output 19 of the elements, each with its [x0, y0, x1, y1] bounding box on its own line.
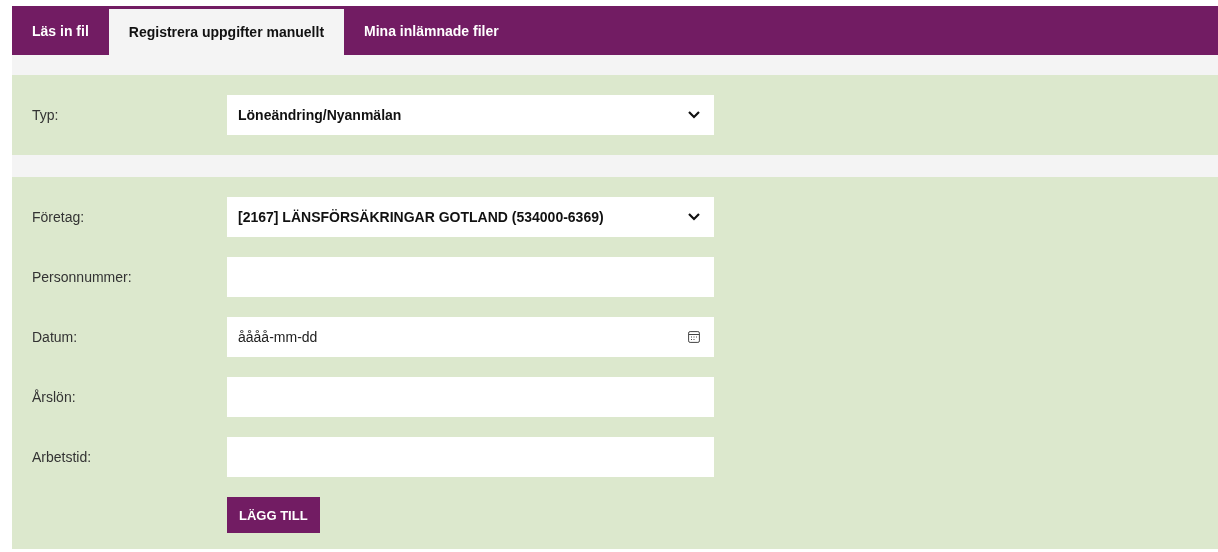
field-label: Arbetstid:	[31, 449, 93, 465]
field-label: Personnummer:	[31, 269, 133, 285]
tab[interactable]: Registrera uppgifter manuellt	[108, 9, 345, 55]
tab[interactable]: Läs in fil	[12, 6, 109, 55]
field-label: Typ:	[31, 107, 60, 123]
field-label: Företag:	[31, 209, 86, 225]
tab[interactable]: Mina inlämnade filer	[344, 6, 519, 55]
date-field[interactable]: åååå-mm-dd	[227, 317, 714, 357]
field-label: Årslön:	[31, 389, 77, 405]
input-field[interactable]	[227, 257, 714, 297]
input-field[interactable]	[227, 377, 714, 417]
calendar-icon[interactable]	[688, 331, 700, 343]
chevron-down-icon	[688, 111, 700, 119]
field-label: Datum:	[31, 329, 79, 345]
add-button[interactable]: LÄGG TILL	[227, 497, 320, 533]
type-select[interactable]: Löneändring/Nyanmälan	[227, 95, 714, 135]
chevron-down-icon	[688, 213, 700, 221]
input-field[interactable]	[227, 437, 714, 477]
company-select[interactable]: [2167] LÄNSFÖRSÄKRINGAR GOTLAND (534000-6369)	[227, 197, 714, 237]
